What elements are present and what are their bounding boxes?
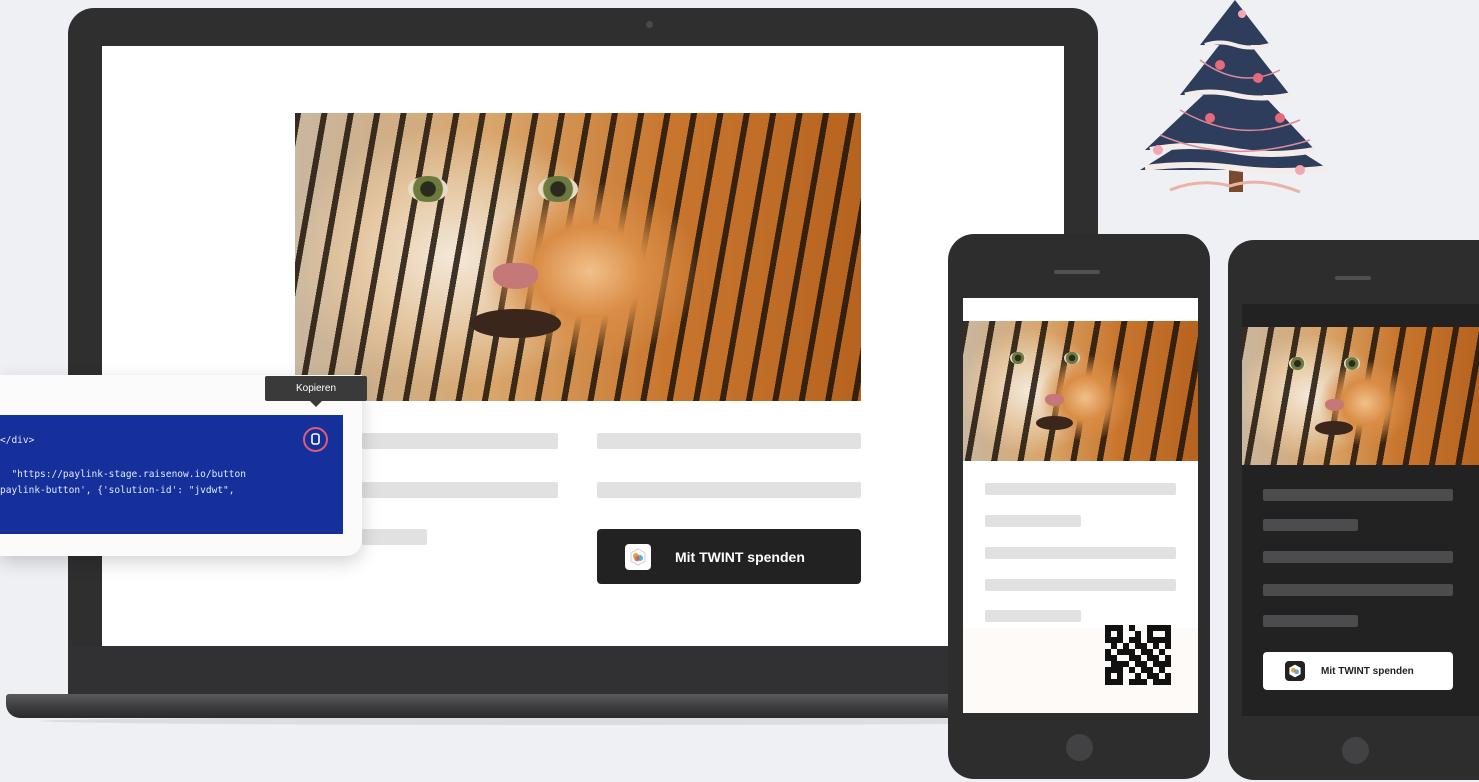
text-placeholder <box>362 482 558 498</box>
twint-logo-icon <box>1285 661 1305 681</box>
qr-code-icon[interactable] <box>1105 625 1171 685</box>
tiger-nose <box>1045 393 1065 407</box>
text-placeholder <box>1263 489 1453 501</box>
text-placeholder <box>985 547 1176 559</box>
tiger-nose <box>493 262 539 289</box>
tiger-image <box>295 113 861 401</box>
embed-code-card: </div> "https://paylink-stage.raisenow.i… <box>0 375 362 556</box>
text-placeholder <box>985 483 1176 495</box>
tiger-mouth <box>470 308 561 338</box>
text-placeholder <box>1263 519 1358 531</box>
tiger-mouth <box>1035 416 1074 431</box>
code-line: paylink-button', {'solution-id': "jvdwt"… <box>0 485 235 496</box>
tooltip-arrow <box>310 401 322 407</box>
twint-donate-button[interactable]: Mit TWINT spenden <box>597 529 861 584</box>
twint-button-label: Mit TWINT spenden <box>675 548 805 565</box>
twint-logo-icon <box>625 543 651 570</box>
text-placeholder <box>1263 551 1453 563</box>
tiger-mouth <box>1315 420 1354 435</box>
text-placeholder <box>985 579 1176 591</box>
text-placeholder <box>362 433 558 449</box>
phone-speaker <box>1335 276 1371 280</box>
christmas-tree-icon <box>1140 0 1331 194</box>
phone-home-button[interactable] <box>1066 734 1093 761</box>
tiger-nose <box>1324 398 1344 412</box>
tiger-image <box>1242 327 1479 465</box>
laptop-chin <box>68 646 1098 694</box>
phone-home-button[interactable] <box>1342 737 1369 764</box>
phone-dark-screen: Mit TWINT spenden <box>1242 304 1479 716</box>
copy-tooltip: Kopieren <box>265 376 367 401</box>
twint-donate-button[interactable]: Mit TWINT spenden <box>1263 652 1453 690</box>
copy-icon <box>311 433 320 445</box>
text-placeholder <box>985 610 1081 622</box>
code-line: </div> <box>0 435 35 446</box>
phone-speaker <box>1054 270 1100 274</box>
laptop-camera <box>646 21 653 28</box>
phone-light-frame <box>948 234 1210 779</box>
phone-dark-frame: Mit TWINT spenden <box>1228 240 1479 780</box>
text-placeholder <box>597 433 861 449</box>
text-placeholder <box>362 529 427 545</box>
text-placeholder <box>1263 584 1453 596</box>
code-snippet[interactable]: </div> "https://paylink-stage.raisenow.i… <box>0 415 343 534</box>
phone-light-screen <box>963 298 1198 713</box>
code-line: "https://paylink-stage.raisenow.io/butto… <box>0 469 246 480</box>
laptop-screen: Mit TWINT spenden <box>102 46 1064 646</box>
tiger-image <box>963 321 1198 461</box>
twint-button-label: Mit TWINT spenden <box>1321 665 1414 677</box>
text-placeholder <box>1263 615 1358 627</box>
copy-button[interactable] <box>303 427 328 452</box>
text-placeholder <box>985 515 1081 527</box>
text-placeholder <box>597 482 861 498</box>
